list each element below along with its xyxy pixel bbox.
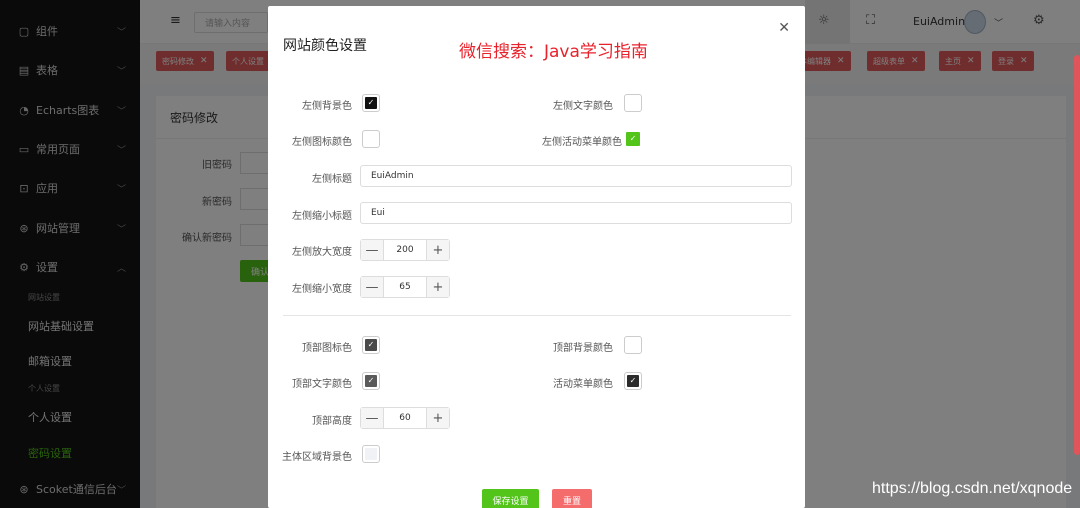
main-bg-color-label: 主体区域背景色 <box>282 452 352 463</box>
minus-icon[interactable]: — <box>361 240 383 260</box>
save-button[interactable]: 保存设置 <box>482 489 539 508</box>
left-expand-width-stepper[interactable]: — 200 + <box>360 239 450 261</box>
left-icon-color-picker[interactable] <box>362 130 380 148</box>
left-expand-width-label: 左侧放大宽度 <box>292 247 352 258</box>
top-height-stepper[interactable]: — 60 + <box>360 407 450 429</box>
main-bg-color-picker[interactable] <box>362 445 380 463</box>
input-value: EuiAdmin <box>371 171 414 181</box>
left-active-menu-color-picker[interactable]: ✓ <box>624 130 642 148</box>
color-fill <box>627 339 639 351</box>
left-collapse-width-label: 左侧缩小宽度 <box>292 284 352 295</box>
minus-icon[interactable]: — <box>361 408 383 428</box>
top-icon-color-picker[interactable]: ✓ <box>362 336 380 354</box>
plus-icon[interactable]: + <box>427 240 449 260</box>
scrollbar[interactable] <box>1074 55 1080 455</box>
active-menu-color-label: 活动菜单颜色 <box>553 379 613 390</box>
plus-icon[interactable]: + <box>427 408 449 428</box>
left-bg-label: 左侧背景色 <box>302 101 352 112</box>
left-collapse-width-stepper[interactable]: — 65 + <box>360 276 450 298</box>
stepper-value[interactable]: 200 <box>383 240 427 260</box>
stepper-value[interactable]: 65 <box>383 277 427 297</box>
top-height-label: 顶部高度 <box>312 416 352 427</box>
color-fill <box>627 97 639 109</box>
check-icon: ✓ <box>365 339 377 351</box>
left-active-menu-color-label: 左侧活动菜单颜色 <box>542 137 622 148</box>
left-title-label: 左侧标题 <box>312 174 352 185</box>
color-settings-dialog: 网站颜色设置 微信搜索：Java学习指南 ✕ 左侧背景色 ✓ 左侧文字颜色 左侧… <box>268 6 805 508</box>
left-bg-color-picker[interactable]: ✓ <box>362 94 380 112</box>
top-bg-color-picker[interactable] <box>624 336 642 354</box>
top-text-color-picker[interactable]: ✓ <box>362 372 380 390</box>
input-value: Eui <box>371 208 385 218</box>
check-icon: ✓ <box>626 132 640 146</box>
wechat-watermark: 微信搜索：Java学习指南 <box>459 42 648 62</box>
check-icon: ✓ <box>365 97 377 109</box>
divider <box>283 315 791 316</box>
left-title-input[interactable]: EuiAdmin <box>360 165 792 187</box>
left-short-title-input[interactable]: Eui <box>360 202 792 224</box>
check-icon: ✓ <box>365 375 377 387</box>
left-icon-color-label: 左侧图标颜色 <box>292 137 352 148</box>
left-short-title-label: 左侧缩小标题 <box>292 211 352 222</box>
check-icon: ✓ <box>627 375 639 387</box>
top-bg-color-label: 顶部背景颜色 <box>553 343 613 354</box>
dialog-title: 网站颜色设置 <box>283 38 367 54</box>
left-text-color-picker[interactable] <box>624 94 642 112</box>
left-text-color-label: 左侧文字颜色 <box>553 101 613 112</box>
close-icon[interactable]: ✕ <box>778 20 790 36</box>
plus-icon[interactable]: + <box>427 277 449 297</box>
top-icon-color-label: 顶部图标色 <box>302 343 352 354</box>
stepper-value[interactable]: 60 <box>383 408 427 428</box>
top-text-color-label: 顶部文字颜色 <box>292 379 352 390</box>
active-menu-color-picker[interactable]: ✓ <box>624 372 642 390</box>
reset-button[interactable]: 重置 <box>552 489 592 508</box>
minus-icon[interactable]: — <box>361 277 383 297</box>
color-fill <box>365 448 377 460</box>
color-fill <box>365 133 377 145</box>
blog-watermark: https://blog.csdn.net/xqnode <box>872 480 1073 497</box>
